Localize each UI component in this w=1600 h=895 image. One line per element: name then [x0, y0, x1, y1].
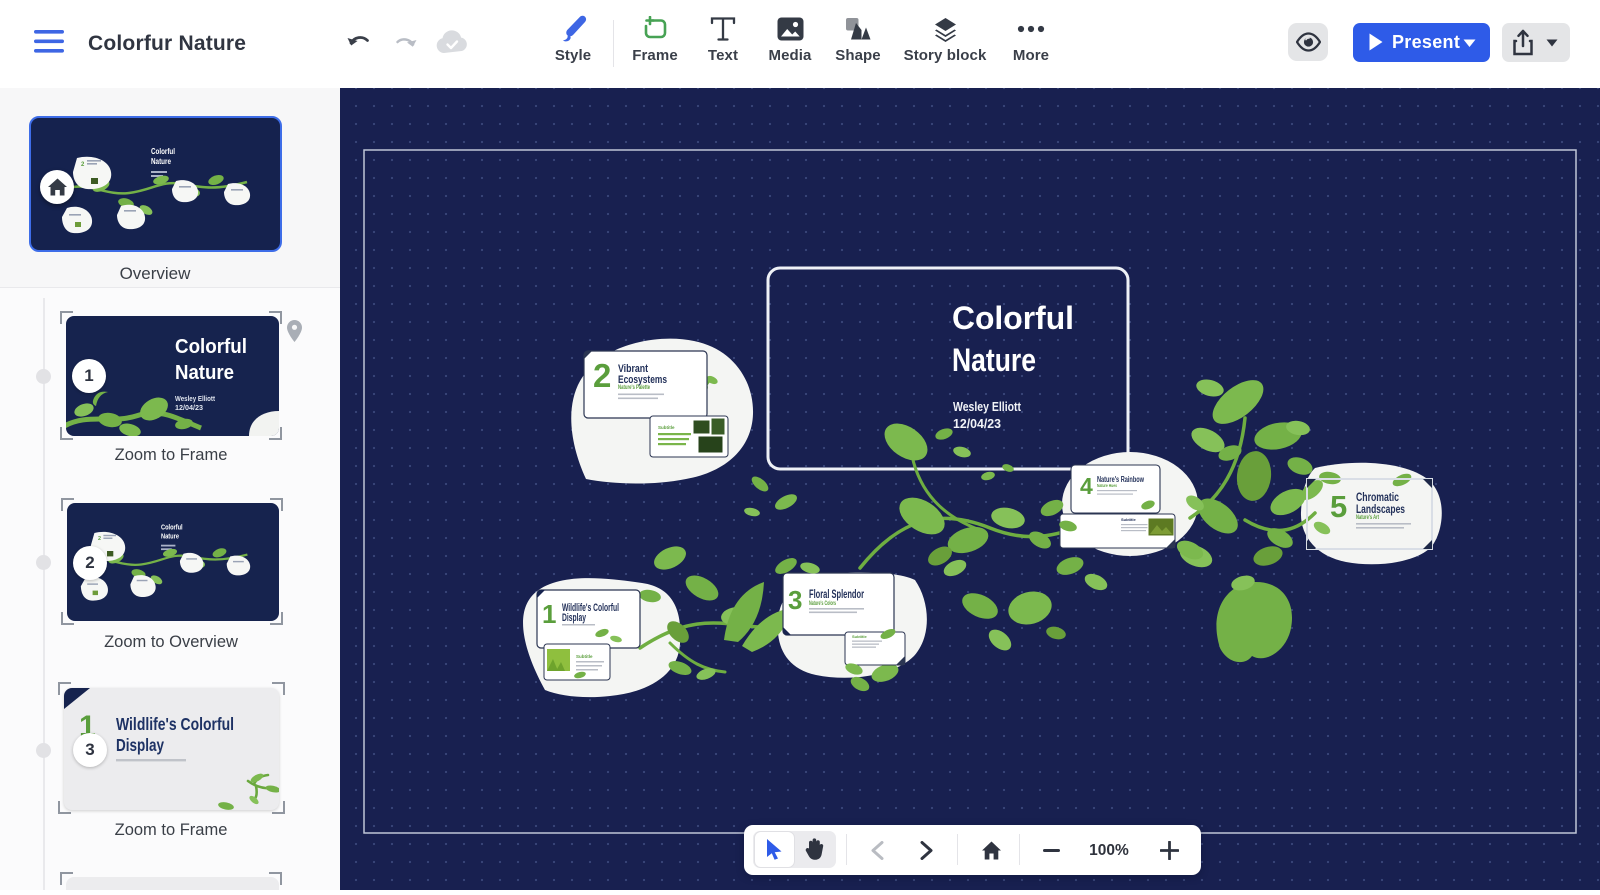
- svg-text:2: 2: [98, 536, 101, 542]
- svg-text:Floral Splendor: Floral Splendor: [809, 587, 864, 601]
- svg-text:Colorful: Colorful: [161, 522, 183, 531]
- svg-text:12/04/23: 12/04/23: [953, 417, 1001, 431]
- svg-text:2: 2: [593, 357, 611, 394]
- svg-text:Subtitle: Subtitle: [1121, 517, 1136, 522]
- svg-text:Nature: Nature: [161, 531, 179, 540]
- svg-text:Nature: Nature: [175, 362, 234, 384]
- svg-text:Landscapes: Landscapes: [1356, 502, 1405, 516]
- svg-text:Colorful: Colorful: [175, 336, 247, 358]
- svg-text:Wesley Elliott: Wesley Elliott: [175, 396, 216, 403]
- svg-text:3: 3: [788, 585, 802, 615]
- svg-text:4: 4: [1080, 473, 1093, 499]
- svg-text:Display: Display: [562, 612, 587, 624]
- svg-text:Subtitle: Subtitle: [658, 425, 675, 430]
- svg-text:Nature: Nature: [151, 156, 171, 166]
- svg-text:Colorful: Colorful: [952, 300, 1074, 336]
- svg-text:Subtitle: Subtitle: [852, 634, 867, 639]
- svg-text:Nature's Art: Nature's Art: [1356, 515, 1379, 521]
- svg-text:1: 1: [542, 599, 556, 629]
- svg-text:Display: Display: [116, 735, 164, 755]
- svg-text:5: 5: [1330, 489, 1347, 524]
- svg-text:Wesley Elliott: Wesley Elliott: [953, 400, 1022, 414]
- svg-text:Colorful: Colorful: [151, 146, 175, 156]
- svg-text:Nature's Colors: Nature's Colors: [809, 601, 836, 607]
- svg-text:Wildlife's Colorful: Wildlife's Colorful: [116, 714, 234, 734]
- svg-text:Nature's Palette: Nature's Palette: [618, 385, 650, 391]
- svg-text:12/04/23: 12/04/23: [175, 405, 203, 412]
- svg-text:Nature Hues: Nature Hues: [1097, 483, 1117, 488]
- svg-text:Nature: Nature: [952, 342, 1036, 378]
- svg-text:Subtitle: Subtitle: [576, 654, 593, 659]
